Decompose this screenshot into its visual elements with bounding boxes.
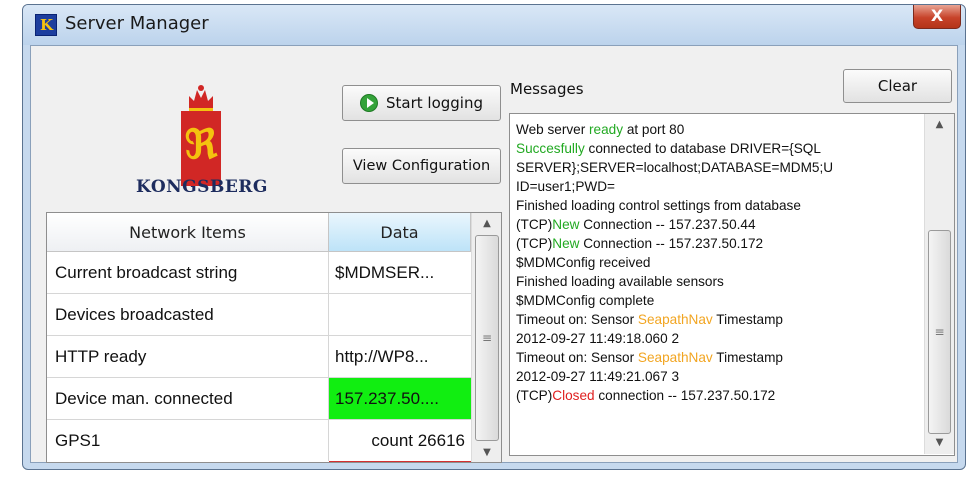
crown-icon [189,85,213,111]
log-line: Succesfully connected to database DRIVER… [516,141,821,156]
grip-icon: ≡ [934,325,945,339]
messages-label: Messages [510,80,584,98]
kongsberg-emblem-icon: ℜ [181,111,221,186]
messages-scrollbar[interactable]: ▲ ≡ ▼ [924,114,954,454]
client-area: ℜ KONGSBERG Start logging View Configura… [30,45,958,463]
clear-label: Clear [877,77,918,95]
log-line: Timeout on: Sensor SeapathNav Timestamp [516,350,783,365]
network-item-data: count 26616 [371,430,465,450]
log-line: $MDMConfig received [516,255,651,270]
server-manager-window: K Server Manager X ℜ KONGSBERG Start log… [22,4,966,470]
messages-scroll-thumb[interactable]: ≡ [928,230,951,434]
view-configuration-button[interactable]: View Configuration [342,148,501,184]
table-row[interactable]: Device man. connected 157.237.50.... [47,378,471,420]
log-line: (TCP)New Connection -- 157.237.50.44 [516,217,756,232]
table-scroll-thumb[interactable]: ≡ [475,235,499,441]
log-line: Timeout on: Sensor SeapathNav Timestamp [516,312,783,327]
network-item-data: $MDMSER... [335,262,435,282]
scroll-down-icon[interactable]: ▼ [925,434,954,452]
network-item-data: http://WP8... [335,346,429,366]
network-items-table: Network Items Data Current broadcast str… [46,212,502,463]
log-line: Finished loading available sensors [516,274,724,289]
scroll-up-icon[interactable]: ▲ [472,215,501,233]
network-item-name: HTTP ready [47,336,329,377]
table-row[interactable]: HTTP ready http://WP8... [47,336,471,378]
log-line: ID=user1;PWD= [516,179,615,194]
kongsberg-logo: KONGSBERG [136,177,268,197]
table-scrollbar[interactable]: ▲ ≡ ▼ [471,213,501,462]
log-line: Finished loading control settings from d… [516,198,801,213]
network-item-data [329,294,471,335]
log-line: Web server ready at port 80 [516,122,685,137]
log-line: (TCP)New Connection -- 157.237.50.172 [516,236,764,251]
log-line: (TCP)Closed connection -- 157.237.50.172 [516,388,776,403]
grip-icon: ≡ [481,331,493,345]
window-title: Server Manager [65,13,209,34]
column-header-network-items[interactable]: Network Items [47,213,329,252]
start-logging-label: Start logging [386,94,483,112]
clear-button[interactable]: Clear [843,69,952,103]
close-icon: X [930,6,944,25]
app-icon: K [35,14,57,36]
play-icon [360,94,378,112]
scroll-up-icon[interactable]: ▲ [925,116,954,134]
messages-log[interactable]: Web server ready at port 80 Succesfully … [509,113,955,456]
network-item-name: Device man. connected [47,378,329,419]
network-item-name: GPS1 [47,420,329,461]
log-line: $MDMConfig complete [516,293,655,308]
table-row[interactable]: Devices broadcasted [47,294,471,336]
row-indicator-line [329,461,471,462]
view-configuration-label: View Configuration [352,158,491,174]
title-bar[interactable]: K Server Manager X [23,5,965,45]
network-item-name: Devices broadcasted [47,294,329,335]
network-item-data-connected: 157.237.50.... [329,378,471,419]
column-header-data[interactable]: Data [329,213,471,252]
scroll-down-icon[interactable]: ▼ [472,444,501,462]
network-item-name: Current broadcast string [47,252,329,293]
table-row[interactable]: Current broadcast string $MDMSER... [47,252,471,294]
table-row[interactable]: GPS1 count 26616 [47,420,471,462]
log-line: SERVER};SERVER=localhost;DATABASE=MDM5;U [516,160,834,175]
log-line: 2012-09-27 11:49:18.060 2 [516,331,680,346]
messages-lines: Web server ready at port 80 Succesfully … [516,120,920,405]
log-line: 2012-09-27 11:49:21.067 3 [516,369,680,384]
close-button[interactable]: X [913,5,961,29]
start-logging-button[interactable]: Start logging [342,85,501,121]
